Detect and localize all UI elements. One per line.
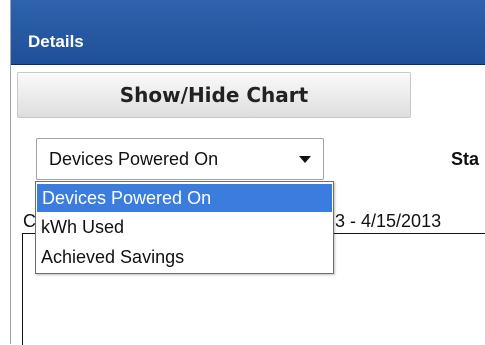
metric-select[interactable]: Devices Powered On [36,138,324,180]
dropdown-option-achieved-savings[interactable]: Achieved Savings [36,242,333,272]
metric-dropdown-list: Devices Powered On kWh Used Achieved Sav… [35,181,334,274]
panel-header: Details [11,0,485,64]
show-hide-chart-button[interactable]: Show/Hide Chart [17,72,411,118]
left-edge-divider [0,0,11,344]
chart-date-range: 3 - 4/15/2013 [335,211,442,231]
chevron-down-icon[interactable] [299,155,311,163]
panel-title: Details [28,32,84,51]
details-panel: Details Show/Hide Chart Devices Powered … [11,0,485,345]
dropdown-option-devices-powered-on[interactable]: Devices Powered On [37,184,332,212]
dropdown-option-kwh-used[interactable]: kWh Used [36,212,333,242]
metric-select-value: Devices Powered On [49,148,219,169]
start-date-label: Sta [451,149,480,169]
